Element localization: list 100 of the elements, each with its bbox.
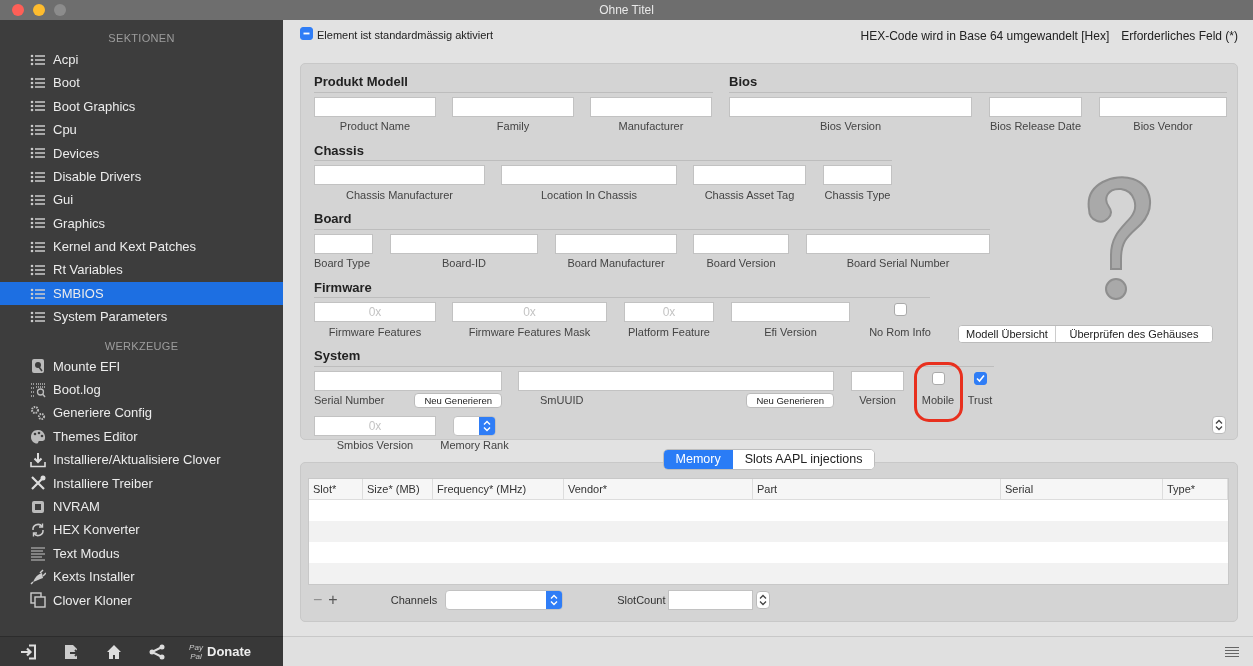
column-header[interactable]: Vendor* [564,479,753,499]
close-button[interactable] [12,4,24,16]
checkbox[interactable] [893,303,907,316]
sidebar-item[interactable]: Gui [0,188,283,212]
checkbox[interactable] [973,371,987,385]
sidebar-item[interactable]: Generiere Config [0,401,283,425]
text-field[interactable] [314,96,436,117]
field-label: Board Version [706,256,776,272]
column-header[interactable]: Size* (MB) [363,479,433,499]
text-field[interactable] [452,96,574,117]
sidebar-item[interactable]: Cpu [0,118,283,142]
text-field[interactable] [314,165,485,185]
text-field[interactable] [501,165,677,185]
sidebar-item[interactable]: Kexts Installer [0,565,283,589]
home-button[interactable] [106,643,122,660]
sidebar-item[interactable]: Boot [0,71,283,95]
text-field[interactable]: 0x [314,302,436,322]
sidebar-item[interactable]: Text Modus [0,541,283,566]
section-header: SEKTIONEN [107,31,176,46]
generate-button[interactable]: Neu Generieren [414,393,502,408]
gears-icon [30,405,46,422]
text-field[interactable]: 0x [624,302,714,322]
checkbox-label: Element ist standardmässig aktiviert [317,28,494,43]
text-field[interactable] [590,96,712,117]
sidebar-item[interactable]: Rt Variables [0,258,283,282]
menu-icon[interactable] [1225,645,1239,658]
sidebar-item[interactable]: System Parameters [0,305,283,329]
sidebar-item[interactable]: NVRAM [0,495,283,519]
column-header[interactable]: Slot* [309,479,363,499]
text-field[interactable] [390,233,538,254]
list-icon [30,170,46,183]
text-field[interactable] [693,165,806,185]
text-field[interactable] [693,233,789,254]
download-icon [30,451,46,468]
window-title: Ohne Titel [598,2,655,19]
text-field[interactable] [851,370,904,391]
file-export-button[interactable] [63,643,79,660]
sidebar-item[interactable]: Installiere Treiber [0,471,283,496]
hint-text: Erforderliches Feld (*) [1121,28,1238,45]
text-field[interactable]: 0x [314,415,436,436]
text-field[interactable] [823,165,892,185]
text-field[interactable] [989,96,1082,117]
sidebar-item[interactable]: Kernel and Kext Patches [0,235,283,259]
add-button[interactable]: + [325,592,341,608]
share-button[interactable] [149,643,165,660]
stepper[interactable] [756,591,771,609]
sidebar-item[interactable]: Installiere/Aktualisiere Clover [0,448,283,472]
generate-button[interactable]: Neu Generieren [746,393,834,408]
text-field[interactable] [518,370,834,391]
column-header[interactable]: Type* [1163,479,1228,499]
text-field[interactable] [314,233,373,254]
tab[interactable]: Memory [663,450,733,469]
text-field[interactable] [555,233,677,254]
list-icon [30,287,46,300]
list-icon [30,264,46,277]
sign-in-button[interactable] [20,643,36,660]
dropdown[interactable] [453,415,496,436]
sidebar-item[interactable]: Graphics [0,211,283,236]
sidebar-item[interactable]: Mounte EFI [0,354,283,379]
segment-button[interactable]: Überprüfen des Gehäuses [1054,325,1212,342]
sidebar-item[interactable]: SMBIOS [0,281,283,306]
column-header[interactable]: Serial [1001,479,1163,499]
field-label: Family [496,119,530,135]
field-label: Trust [967,393,993,409]
text-field[interactable] [731,302,850,322]
column-header[interactable]: Part [753,479,1001,499]
text-field[interactable] [1099,96,1227,117]
checkbox[interactable] [931,371,945,385]
sidebar-item[interactable]: Boot Graphics [0,94,283,119]
field-label: Board Manufacturer [567,256,665,272]
field-label: Memory Rank [440,438,509,454]
section-heading: System [314,348,361,364]
text-field[interactable] [729,96,972,117]
sidebar-item[interactable]: Acpi [0,48,283,72]
palette-icon [30,428,46,445]
list-icon [30,53,46,66]
sidebar-item[interactable]: Themes Editor [0,424,283,449]
field-label: Chassis Asset Tag [704,187,795,203]
chip-icon [30,498,46,515]
text-field[interactable] [806,233,990,254]
tools-icon [30,475,46,492]
text-field[interactable] [668,590,754,610]
text-field[interactable] [314,370,502,391]
field-label: Smbios Version [336,438,414,454]
sidebar-item[interactable]: HEX Konverter [0,518,283,542]
list-icon [30,100,46,113]
sidebar-item[interactable]: Devices [0,141,283,165]
section-heading: Produkt Modell [314,74,408,90]
sidebar-item[interactable]: Disable Drivers [0,164,283,189]
home-icon [106,643,122,660]
zoom-button[interactable] [54,4,66,16]
sidebar-item[interactable]: Boot.log [0,378,283,402]
field-label: SmUUID [539,393,584,409]
column-header[interactable]: Frequency* (MHz) [433,479,564,499]
sidebar-item[interactable]: Clover Kloner [0,588,283,612]
minimize-button[interactable] [33,4,45,16]
dropdown[interactable] [445,590,564,610]
stepper[interactable] [1212,415,1226,434]
checkbox[interactable] [300,27,313,40]
text-field[interactable]: 0x [452,302,607,322]
